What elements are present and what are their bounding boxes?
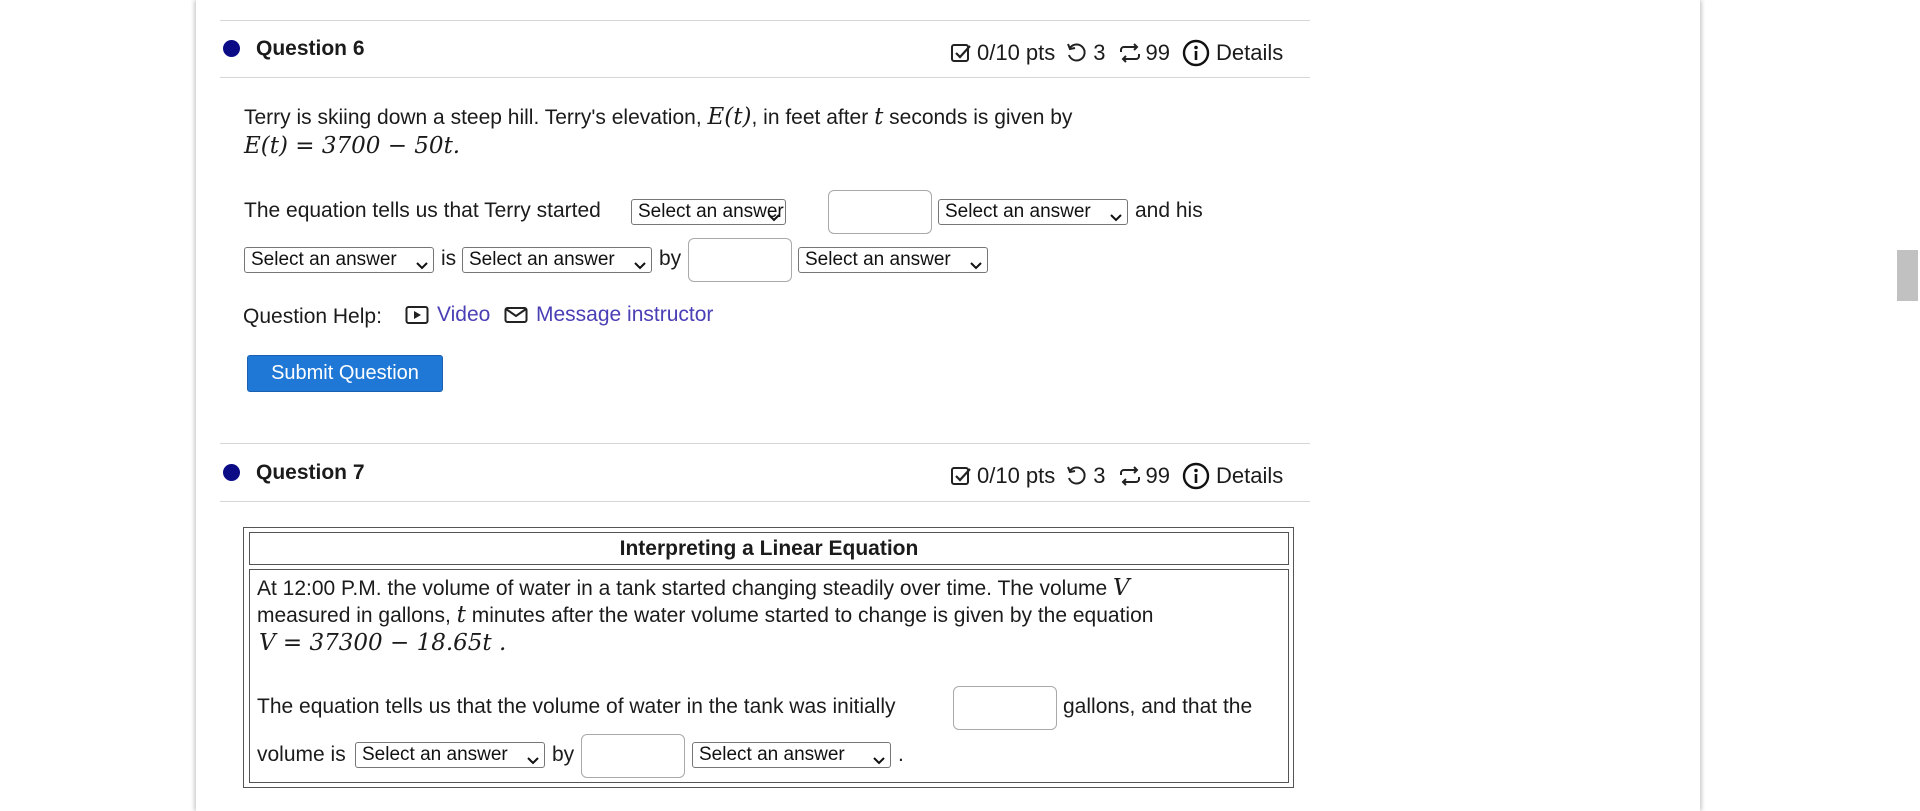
question-6-equation: E(t) = 3700 − 50t. [244,133,461,159]
answer-input[interactable] [688,238,792,282]
scrollbar-thumb[interactable] [1897,250,1918,301]
prompt-text: measured in gallons, [257,604,457,627]
prompt-text: Terry is skiing down a steep hill. Terry… [244,106,708,129]
select-value: Select an answer [362,744,508,765]
status-dot [223,464,240,481]
select-value: Select an answer [699,744,845,765]
attempts-icon [1118,42,1142,64]
math-var: t [874,104,884,130]
question-6-title: Question 6 [256,37,365,60]
message-instructor-link[interactable]: Message instructor [504,303,713,327]
sentence-text: by [552,743,575,766]
points-text: 0/10 pts [977,463,1056,488]
prompt-text: At 12:00 P.M. the volume of water in a t… [257,577,1114,600]
select-value: Select an answer [945,201,1091,222]
prompt-text: seconds is given by [883,106,1073,129]
prompt-text: minutes after the water volume started t… [465,604,1154,627]
question-6-meta: 0/10 pts 3 99 Details [950,38,1283,68]
details-link[interactable]: Details [1216,40,1283,66]
prompt-text: , in feet after [751,106,875,129]
problem-table-title: Interpreting a Linear Equation [249,532,1289,565]
question-6-prompt: Terry is skiing down a steep hill. Terry… [244,102,1072,133]
divider [220,501,1310,502]
answer-select[interactable]: Select an answer [462,247,652,273]
video-link[interactable]: Video [405,303,490,327]
retry-icon [1065,42,1087,64]
sentence-text: The equation tells us that Terry started [244,199,601,222]
attempts-text: 99 [1145,463,1171,488]
question-7-equation: V = 37300 − 18.65t . [259,630,507,656]
chevron-down-icon [768,206,780,230]
math-var: V [1113,575,1130,601]
chevron-down-icon [1110,206,1122,230]
answer-select[interactable]: Select an answer [798,247,988,273]
chevron-down-icon [416,254,428,278]
answer-input[interactable] [828,190,932,234]
answer-input[interactable] [581,734,685,778]
sentence-text: gallons, and that the [1063,695,1253,718]
attempts-icon [1118,465,1142,487]
question-7-meta: 0/10 pts 3 99 Details [950,461,1283,491]
divider [220,77,1310,78]
math-var: t [456,602,466,628]
math-var: E(t) [707,104,752,130]
sentence-text: volume is [257,743,346,766]
info-icon[interactable] [1182,39,1210,67]
sentence-text: . [898,743,904,766]
submit-question-button[interactable]: Submit Question [247,355,443,392]
scrollbar-track[interactable] [1896,0,1920,811]
envelope-icon [504,305,528,325]
tries-text: 3 [1093,463,1106,488]
select-value: Select an answer [638,201,784,222]
select-value: Select an answer [805,249,951,270]
video-icon [405,305,429,325]
question-7-title: Question 7 [256,461,365,484]
answer-select[interactable]: Select an answer [938,199,1128,225]
details-link[interactable]: Details [1216,463,1283,489]
divider [220,443,1310,444]
select-value: Select an answer [469,249,615,270]
check-square-icon [950,42,972,64]
points-text: 0/10 pts [977,40,1056,65]
select-value: Select an answer [251,249,397,270]
check-square-icon [950,465,972,487]
answer-input[interactable] [953,686,1057,730]
info-icon[interactable] [1182,462,1210,490]
status-dot [223,40,240,57]
sentence-text: The equation tells us that the volume of… [257,695,896,718]
sentence-text: and his [1135,199,1203,222]
sentence-text: by [659,247,682,270]
retry-icon [1065,465,1087,487]
answer-select[interactable]: Select an answer [244,247,434,273]
answer-select[interactable]: Select an answer [692,742,891,768]
video-link-label[interactable]: Video [437,303,490,327]
divider [220,20,1310,21]
question-help-label: Question Help: [243,305,382,328]
answer-select[interactable]: Select an answer [631,199,786,225]
tries-text: 3 [1093,40,1106,65]
message-instructor-label[interactable]: Message instructor [536,303,713,327]
chevron-down-icon [970,254,982,278]
chevron-down-icon [634,254,646,278]
chevron-down-icon [873,749,885,773]
sentence-text: is [441,247,457,270]
answer-select[interactable]: Select an answer [355,742,545,768]
attempts-text: 99 [1145,40,1171,65]
question-7-prompt-line2: measured in gallons, t minutes after the… [257,600,1153,631]
chevron-down-icon [527,749,539,773]
